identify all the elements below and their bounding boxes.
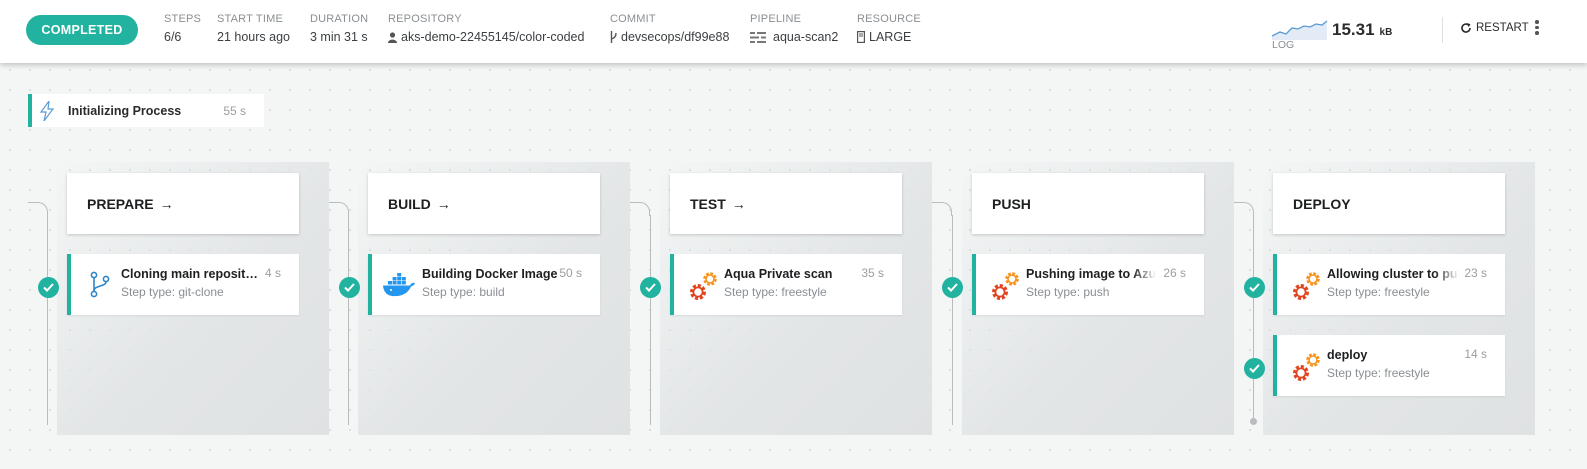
connector: [47, 215, 48, 425]
resource-label: RESOURCE: [857, 13, 921, 25]
step-name: Pushing image to Azure r: [1026, 267, 1156, 281]
server-icon: [857, 31, 865, 43]
arrow-right-icon: →: [731, 195, 746, 212]
gears-icon: [688, 270, 720, 300]
connector: [28, 202, 48, 216]
stage-header-push: PUSH: [972, 173, 1204, 234]
branch-icon: [610, 31, 617, 43]
commit-meta: COMMIT devsecops/df99e88: [610, 13, 729, 44]
step-type: Step type: freestyle: [1327, 285, 1430, 299]
start-time-value: 21 hours ago: [217, 30, 290, 44]
more-options-icon[interactable]: [1532, 18, 1542, 40]
success-check-icon: [1244, 277, 1265, 298]
build-header: COMPLETED STEPS 6/6 START TIME 21 hours …: [0, 0, 1587, 63]
gears-icon: [1291, 270, 1323, 300]
step-duration: 14 s: [1464, 347, 1487, 361]
step-type: Step type: freestyle: [724, 285, 827, 299]
stage-header-test: TEST →: [670, 173, 902, 234]
status-badge: COMPLETED: [26, 15, 138, 45]
success-check-icon: [339, 277, 360, 298]
git-icon: [85, 270, 117, 300]
initializing-process-step[interactable]: Initializing Process 55 s: [28, 94, 264, 127]
header-divider: [1442, 17, 1443, 43]
duration-value: 3 min 31 s: [310, 30, 368, 44]
duration-label: DURATION: [310, 13, 369, 25]
init-process-duration: 55 s: [223, 103, 246, 118]
resource-meta: RESOURCE LARGE: [857, 13, 921, 44]
user-icon: [388, 31, 397, 43]
step-card-allow-cluster[interactable]: Allowing cluster to pull D Step type: fr…: [1273, 254, 1505, 315]
docker-icon: [382, 270, 415, 300]
log-button[interactable]: LOG: [1272, 18, 1332, 54]
success-check-icon: [38, 277, 59, 298]
steps-label: STEPS: [164, 13, 202, 25]
pipeline-end-dot: [1250, 418, 1257, 425]
commit-label: COMMIT: [610, 13, 656, 25]
stage-header-prepare: PREPARE →: [67, 173, 299, 234]
success-check-icon: [942, 277, 963, 298]
step-duration: 26 s: [1163, 266, 1186, 280]
success-check-icon: [1244, 358, 1265, 379]
repository-label: REPOSITORY: [388, 13, 462, 25]
log-size: 15.31 kB: [1332, 20, 1393, 39]
connector: [932, 202, 952, 216]
pipeline-icon: [750, 31, 766, 43]
step-duration: 35 s: [861, 266, 884, 280]
step-name: Cloning main repository...: [121, 267, 263, 281]
success-check-icon: [640, 277, 661, 298]
pipeline-meta: PIPELINE aqua-scan2: [750, 13, 838, 44]
step-name: Aqua Private scan: [724, 267, 833, 281]
steps-value: 6/6: [164, 30, 182, 44]
restart-icon: [1461, 23, 1471, 33]
bolt-icon: [40, 100, 58, 121]
step-card-clone[interactable]: Cloning main repository... Step type: gi…: [67, 254, 299, 315]
connector: [348, 215, 349, 425]
step-type: Step type: build: [422, 285, 505, 299]
step-card-build[interactable]: Building Docker Image Step type: build 5…: [368, 254, 600, 315]
resource-value: LARGE: [857, 30, 921, 44]
connector: [650, 215, 651, 425]
step-duration: 4 s: [264, 266, 281, 280]
step-card-deploy[interactable]: deploy Step type: freestyle 14 s: [1273, 335, 1505, 396]
step-card-aqua-scan[interactable]: Aqua Private scan Step type: freestyle 3…: [670, 254, 902, 315]
stage-header-build: BUILD →: [368, 173, 600, 234]
step-name: deploy: [1327, 348, 1368, 362]
step-card-push[interactable]: Pushing image to Azure r Step type: push…: [972, 254, 1204, 315]
connector: [1234, 202, 1254, 216]
duration-meta: DURATION 3 min 31 s: [310, 13, 368, 44]
repository-meta: REPOSITORY aks-demo-22455145/color-coded: [388, 13, 584, 44]
arrow-right-icon: →: [436, 195, 451, 212]
init-process-name: Initializing Process: [68, 103, 182, 118]
step-duration: 50 s: [559, 266, 582, 280]
arrow-right-icon: →: [159, 195, 174, 212]
step-type: Step type: git-clone: [121, 285, 224, 299]
gears-icon: [1291, 351, 1323, 381]
start-time-label: START TIME: [217, 13, 283, 25]
step-duration: 23 s: [1464, 266, 1487, 280]
steps-meta: STEPS 6/6: [164, 13, 201, 44]
connector: [630, 202, 650, 216]
log-sparkline: [1272, 20, 1328, 40]
log-label: LOG: [1272, 39, 1295, 51]
start-time-meta: START TIME 21 hours ago: [217, 13, 290, 44]
step-type: Step type: freestyle: [1327, 366, 1430, 380]
step-type: Step type: push: [1026, 285, 1110, 299]
repository-link[interactable]: aks-demo-22455145/color-coded: [388, 30, 584, 44]
pipeline-label: PIPELINE: [750, 13, 802, 25]
stage-header-deploy: DEPLOY: [1273, 173, 1505, 234]
connector: [329, 202, 349, 216]
commit-link[interactable]: devsecops/df99e88: [610, 30, 729, 44]
step-name: Building Docker Image: [422, 267, 558, 281]
pipeline-link[interactable]: aqua-scan2: [750, 30, 838, 44]
connector: [1253, 215, 1254, 420]
step-name: Allowing cluster to pull D: [1327, 267, 1459, 281]
gears-icon: [990, 270, 1022, 300]
restart-button[interactable]: RESTART: [1460, 22, 1529, 34]
connector: [952, 215, 953, 425]
